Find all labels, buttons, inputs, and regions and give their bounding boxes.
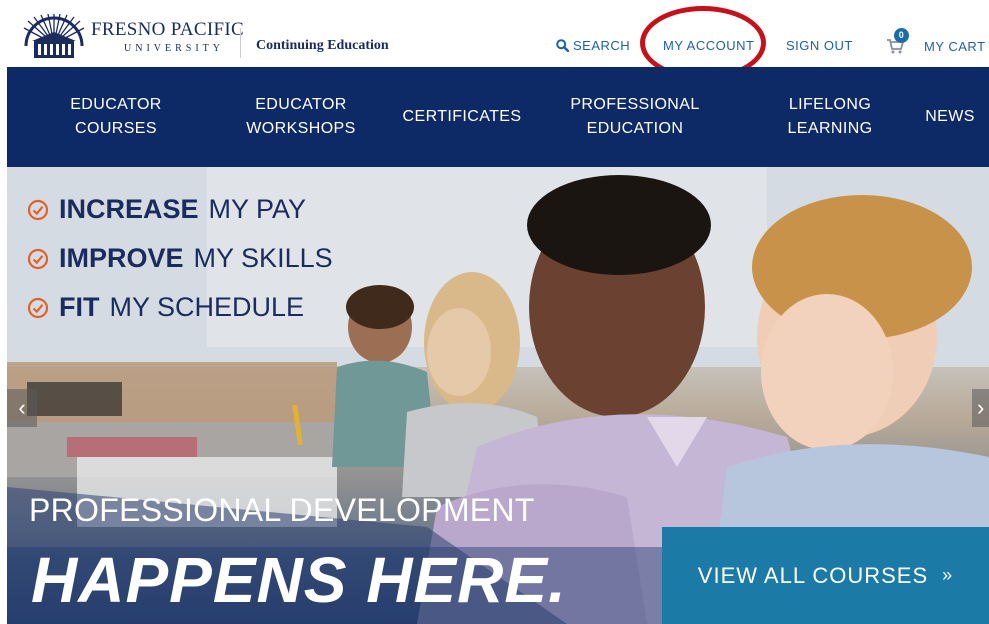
my-cart-link[interactable]: 0 MY CART: [886, 28, 986, 54]
nav-educator-workshops[interactable]: EDUCATOR WORKSHOPS: [227, 67, 375, 167]
double-chevron-right-icon: »: [942, 565, 954, 585]
university-logo[interactable]: FRESNO PACIFIC UNIVERSITY: [16, 14, 244, 60]
benefit-bold: INCREASE: [59, 194, 199, 224]
benefit-rest: MY SKILLS: [193, 243, 333, 273]
carousel-prev-button[interactable]: ‹: [7, 389, 37, 427]
search-icon: [556, 39, 569, 52]
check-circle-icon: [27, 248, 49, 269]
chevron-left-icon: ‹: [18, 395, 26, 420]
check-circle-icon: [27, 297, 49, 318]
search-link[interactable]: SEARCH: [556, 38, 630, 53]
cta-label: VIEW ALL COURSES: [697, 562, 929, 588]
chevron-right-icon: ›: [977, 395, 985, 420]
hero-carousel: INCREASE MY PAY IMPROVE MY SKILLS FIT MY…: [7, 167, 989, 624]
section-label[interactable]: Continuing Education: [256, 38, 389, 54]
view-all-courses-button[interactable]: VIEW ALL COURSES »: [662, 527, 989, 624]
benefit-bullet-pay: INCREASE MY PAY: [27, 194, 306, 225]
benefit-bold: FIT: [59, 292, 100, 322]
search-label: SEARCH: [573, 38, 631, 53]
benefit-rest: MY SCHEDULE: [109, 292, 305, 322]
header-divider: [240, 28, 241, 58]
sign-out-link[interactable]: SIGN OUT: [786, 38, 853, 53]
nav-professional-education[interactable]: PROFESSIONAL EDUCATION: [562, 67, 708, 167]
nav-lifelong-learning[interactable]: LIFELONG LEARNING: [757, 67, 903, 167]
cart-icon: 0: [886, 28, 909, 54]
my-account-link[interactable]: MY ACCOUNT: [663, 38, 754, 53]
carousel-next-button[interactable]: ›: [972, 389, 989, 427]
check-circle-icon: [27, 199, 49, 220]
main-navigation: EDUCATOR COURSES EDUCATOR WORKSHOPS CERT…: [7, 67, 989, 167]
nav-educator-courses[interactable]: EDUCATOR COURSES: [42, 67, 190, 167]
hero-headline: HAPPENS HERE.: [31, 544, 567, 616]
benefit-bullet-skills: IMPROVE MY SKILLS: [27, 243, 333, 274]
benefit-bold: IMPROVE: [59, 243, 184, 273]
sunburst-building-icon: [23, 14, 85, 58]
benefit-rest: MY PAY: [208, 194, 307, 224]
cart-count-badge: 0: [894, 28, 909, 43]
benefit-bullet-schedule: FIT MY SCHEDULE: [27, 292, 304, 323]
cart-label: MY CART: [924, 38, 986, 54]
logo-wordmark: FRESNO PACIFIC: [91, 19, 244, 40]
hero-subheadline: PROFESSIONAL DEVELOPMENT: [29, 492, 535, 528]
nav-news[interactable]: NEWS: [919, 67, 981, 167]
nav-certificates[interactable]: CERTIFICATES: [392, 67, 532, 167]
logo-subtitle: UNIVERSITY: [124, 43, 224, 54]
site-header: FRESNO PACIFIC UNIVERSITY Continuing Edu…: [0, 0, 989, 80]
